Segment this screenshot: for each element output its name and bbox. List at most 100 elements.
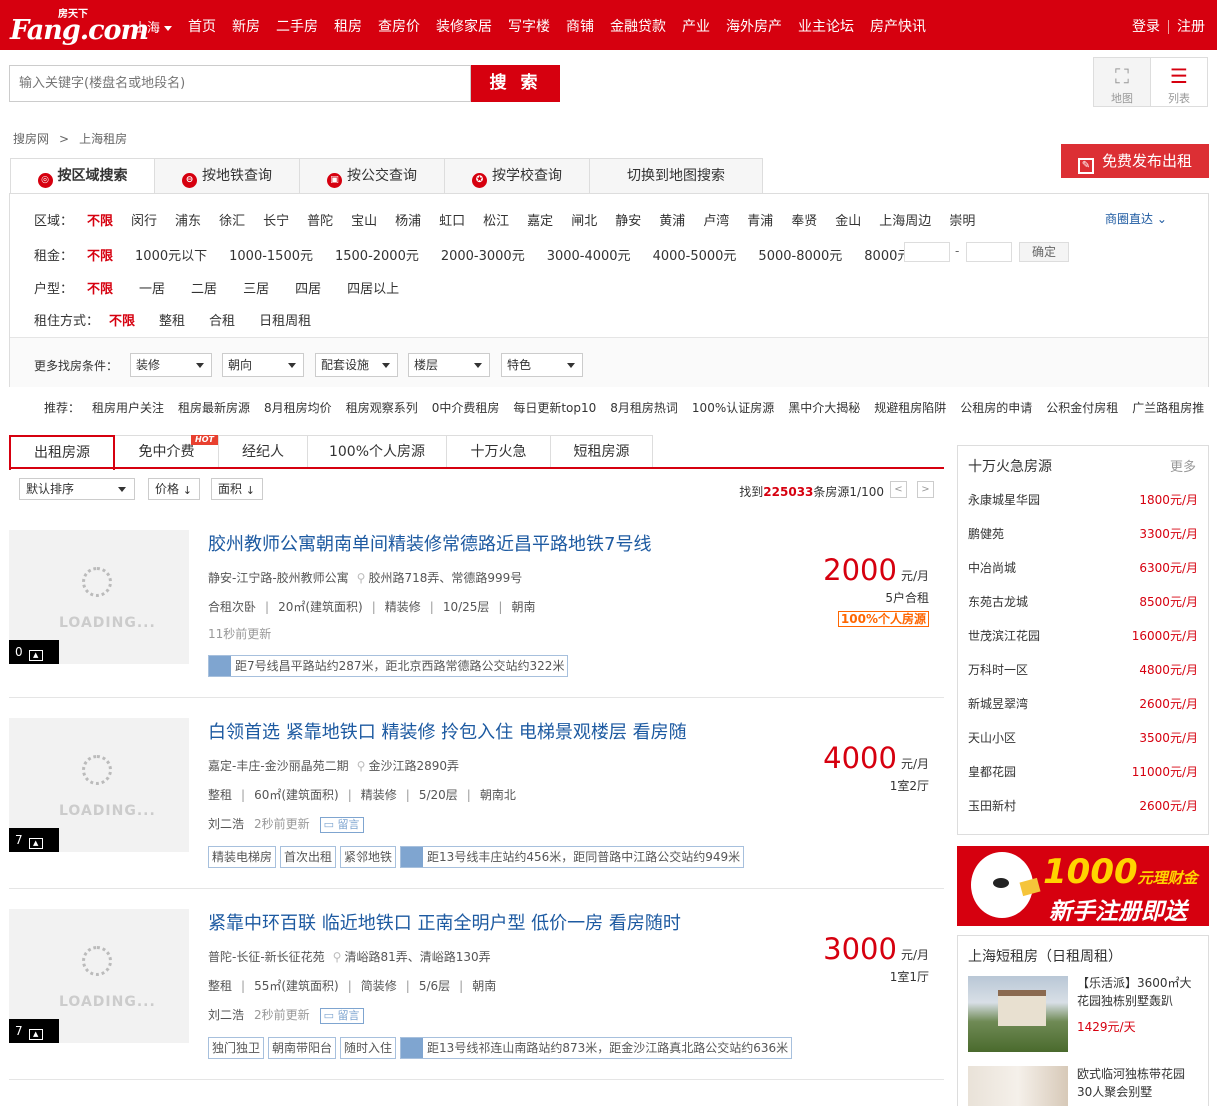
filter-option[interactable]: 金山 xyxy=(835,214,861,229)
filter-option[interactable]: 合租 xyxy=(209,314,235,329)
recommend-link[interactable]: 每日更新top10 xyxy=(513,401,596,415)
urgent-item[interactable]: 永康城星华园 1800元/月 xyxy=(968,491,1198,508)
recommend-link[interactable]: 8月租房均价 xyxy=(264,401,332,415)
floor-select[interactable]: 楼层 xyxy=(408,353,490,377)
urgent-item[interactable]: 新城昱翠湾 2600元/月 xyxy=(968,695,1198,712)
nav-item[interactable]: 二手房 xyxy=(276,16,318,36)
filter-option[interactable]: 5000-8000元 xyxy=(758,249,842,264)
filter-option[interactable]: 普陀 xyxy=(307,214,333,229)
recommend-link[interactable]: 100%认证房源 xyxy=(692,401,774,415)
recommend-link[interactable]: 公租房的申请 xyxy=(960,401,1032,415)
agent-name[interactable]: 刘二浩 xyxy=(208,817,244,831)
filter-option[interactable]: 3000-4000元 xyxy=(547,249,631,264)
filter-option[interactable]: 浦东 xyxy=(175,214,201,229)
nav-item[interactable]: 业主论坛 xyxy=(798,16,854,36)
filter-option[interactable]: 一居 xyxy=(139,282,165,297)
search-button[interactable]: 搜 索 xyxy=(471,65,560,102)
listing-district[interactable]: 普陀-长征-新长征花苑 xyxy=(208,950,325,964)
urgent-item[interactable]: 鹏健苑 3300元/月 xyxy=(968,525,1198,542)
filter-option[interactable]: 闸北 xyxy=(571,214,597,229)
register-link[interactable]: 注册 xyxy=(1177,19,1205,35)
facilities-select[interactable]: 配套设施 xyxy=(315,353,398,377)
filter-option[interactable]: 闵行 xyxy=(131,214,157,229)
prev-page-button[interactable]: < xyxy=(890,481,907,498)
min-price-input[interactable] xyxy=(904,242,950,262)
urgent-item[interactable]: 东苑古龙城 8500元/月 xyxy=(968,593,1198,610)
filter-option[interactable]: 整租 xyxy=(159,314,185,329)
nav-item[interactable]: 新房 xyxy=(232,16,260,36)
tab-short-term[interactable]: 短租房源 xyxy=(551,435,653,468)
filter-option[interactable]: 奉贤 xyxy=(791,214,817,229)
filter-option[interactable]: 静安 xyxy=(615,214,641,229)
max-price-input[interactable] xyxy=(966,242,1012,262)
tab-by-subway[interactable]: ⊖ 按地铁查询 xyxy=(155,158,300,194)
listing-district[interactable]: 嘉定-丰庄-金沙丽晶苑二期 xyxy=(208,759,349,773)
urgent-item[interactable]: 世茂滨江花园 16000元/月 xyxy=(968,627,1198,644)
filter-option[interactable]: 二居 xyxy=(191,282,217,297)
promo-banner[interactable]: 1000元理财金 新手注册即送 xyxy=(957,846,1209,926)
tab-by-bus[interactable]: ▣ 按公交查询 xyxy=(300,158,445,194)
urgent-item[interactable]: 万科时一区 4800元/月 xyxy=(968,661,1198,678)
nav-item[interactable]: 金融贷款 xyxy=(610,16,666,36)
filter-option[interactable]: 嘉定 xyxy=(527,214,553,229)
filter-option[interactable]: 1000-1500元 xyxy=(229,249,313,264)
urgent-item[interactable]: 玉田新村 2600元/月 xyxy=(968,797,1198,814)
filter-option[interactable]: 2000-3000元 xyxy=(441,249,525,264)
filter-option[interactable]: 不限 xyxy=(109,314,135,329)
filter-option[interactable]: 松江 xyxy=(483,214,509,229)
filter-option[interactable]: 长宁 xyxy=(263,214,289,229)
nav-item[interactable]: 海外房产 xyxy=(726,16,782,36)
filter-option[interactable]: 不限 xyxy=(87,249,113,264)
city-selector[interactable]: 上海 xyxy=(134,17,173,36)
urgent-more-link[interactable]: 更多 xyxy=(1170,456,1196,475)
nav-item[interactable]: 写字楼 xyxy=(508,16,550,36)
filter-option[interactable]: 宝山 xyxy=(351,214,377,229)
filter-option[interactable]: 青浦 xyxy=(747,214,773,229)
recommend-link[interactable]: 租房最新房源 xyxy=(178,401,250,415)
recommend-link[interactable]: 规避租房陷阱 xyxy=(874,401,946,415)
listing-photo[interactable]: LOADING... 0 ▲ xyxy=(9,530,189,664)
nav-item[interactable]: 装修家居 xyxy=(436,16,492,36)
short-rent-desc[interactable]: 欧式临河独栋带花园30人聚会别墅 xyxy=(1077,1065,1197,1101)
nav-item[interactable]: 房产快讯 xyxy=(870,16,926,36)
nav-item[interactable]: 产业 xyxy=(682,16,710,36)
next-page-button[interactable]: > xyxy=(917,481,934,498)
recommend-link[interactable]: 0中介费租房 xyxy=(432,401,500,415)
recommend-link[interactable]: 8月租房热词 xyxy=(610,401,678,415)
tab-by-district[interactable]: ◎ 按区域搜索 xyxy=(10,158,155,194)
sort-area-button[interactable]: 面积 ↓ xyxy=(211,478,263,500)
decoration-select[interactable]: 装修 xyxy=(130,353,212,377)
listing-title[interactable]: 胶州教师公寓朝南单间精装修常德路近昌平路地铁7号线 xyxy=(208,530,651,556)
orientation-select[interactable]: 朝向 xyxy=(222,353,304,377)
filter-option[interactable]: 四居以上 xyxy=(347,282,399,297)
list-view-button[interactable]: ☰ 列表 xyxy=(1150,58,1207,106)
search-input[interactable] xyxy=(10,66,470,101)
sort-default-select[interactable]: 默认排序 xyxy=(19,478,135,500)
login-link[interactable]: 登录 xyxy=(1132,19,1160,35)
urgent-item[interactable]: 中冶尚城 6300元/月 xyxy=(968,559,1198,576)
tab-urgent[interactable]: 十万火急 xyxy=(447,435,551,468)
filter-option[interactable]: 1000元以下 xyxy=(135,249,207,264)
nav-item[interactable]: 首页 xyxy=(188,16,216,36)
listing-title[interactable]: 紧靠中环百联 临近地铁口 正南全明户型 低价一房 看房随时 xyxy=(208,909,681,935)
nav-item[interactable]: 租房 xyxy=(334,16,362,36)
villa-photo[interactable] xyxy=(968,976,1068,1052)
map-view-button[interactable]: ⛶ 地图 xyxy=(1094,58,1150,106)
recommend-link[interactable]: 租房观察系列 xyxy=(346,401,418,415)
filter-option[interactable]: 日租周租 xyxy=(259,314,311,329)
short-rent-desc[interactable]: 【乐活派】3600㎡大花园独栋别墅轰趴 xyxy=(1077,974,1197,1010)
tab-agents[interactable]: 经纪人 xyxy=(219,435,308,468)
nav-item[interactable]: 查房价 xyxy=(378,16,420,36)
recommend-link[interactable]: 公积金付房租 xyxy=(1046,401,1118,415)
urgent-item[interactable]: 天山小区 3500元/月 xyxy=(968,729,1198,746)
feature-select[interactable]: 特色 xyxy=(501,353,583,377)
listing-title[interactable]: 白领首选 紧靠地铁口 精装修 拎包入住 电梯景观楼层 看房随 xyxy=(208,718,687,744)
breadcrumb-current[interactable]: 上海租房 xyxy=(79,132,127,146)
filter-option[interactable]: 不限 xyxy=(87,282,113,297)
breadcrumb-home[interactable]: 搜房网 xyxy=(13,132,49,146)
filter-option[interactable]: 1500-2000元 xyxy=(335,249,419,264)
recommend-link[interactable]: 租房用户关注 xyxy=(92,401,164,415)
filter-option[interactable]: 徐汇 xyxy=(219,214,245,229)
listing-photo[interactable]: LOADING... 7 ▲ xyxy=(9,909,189,1043)
filter-option[interactable]: 上海周边 xyxy=(879,214,931,229)
